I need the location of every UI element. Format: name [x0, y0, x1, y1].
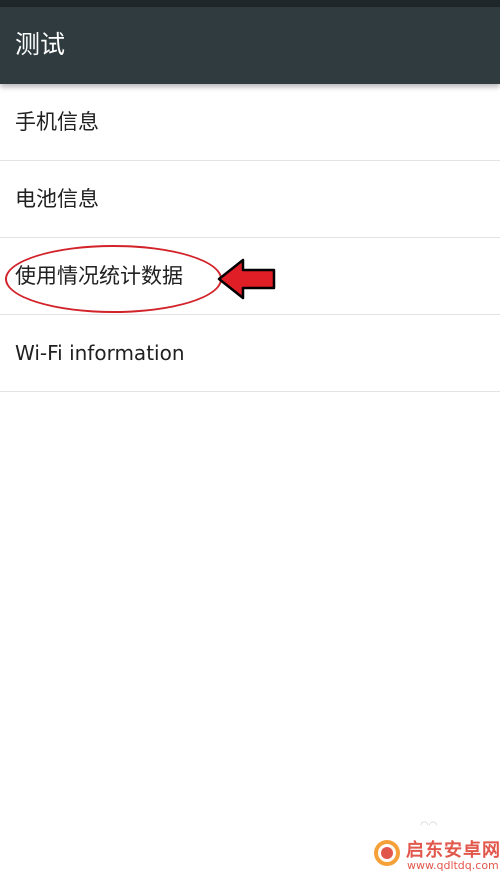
watermark-decoration: ◠◠ — [420, 820, 438, 831]
list-item-label: Wi-Fi information — [15, 341, 185, 365]
watermark-logo-icon — [374, 840, 400, 866]
list-item-label: 使用情况统计数据 — [15, 264, 183, 288]
list-item-label: 手机信息 — [15, 110, 99, 134]
watermark: 启东安卓网 www.qdltdq.com — [372, 832, 500, 877]
list-item-wifi-info[interactable]: Wi-Fi information — [0, 315, 500, 392]
pointer-arrow-icon — [217, 258, 276, 300]
toolbar-title: 测试 — [15, 30, 66, 59]
list-item-battery-info[interactable]: 电池信息 — [0, 161, 500, 238]
watermark-url: www.qdltdq.com — [407, 859, 499, 872]
settings-list: 手机信息 电池信息 使用情况统计数据 Wi-Fi information — [0, 84, 500, 392]
list-item-usage-statistics[interactable]: 使用情况统计数据 — [0, 238, 500, 315]
app-toolbar: 测试 — [0, 7, 500, 84]
status-bar — [0, 0, 500, 7]
list-item-phone-info[interactable]: 手机信息 — [0, 84, 500, 161]
list-item-label: 电池信息 — [15, 187, 99, 211]
